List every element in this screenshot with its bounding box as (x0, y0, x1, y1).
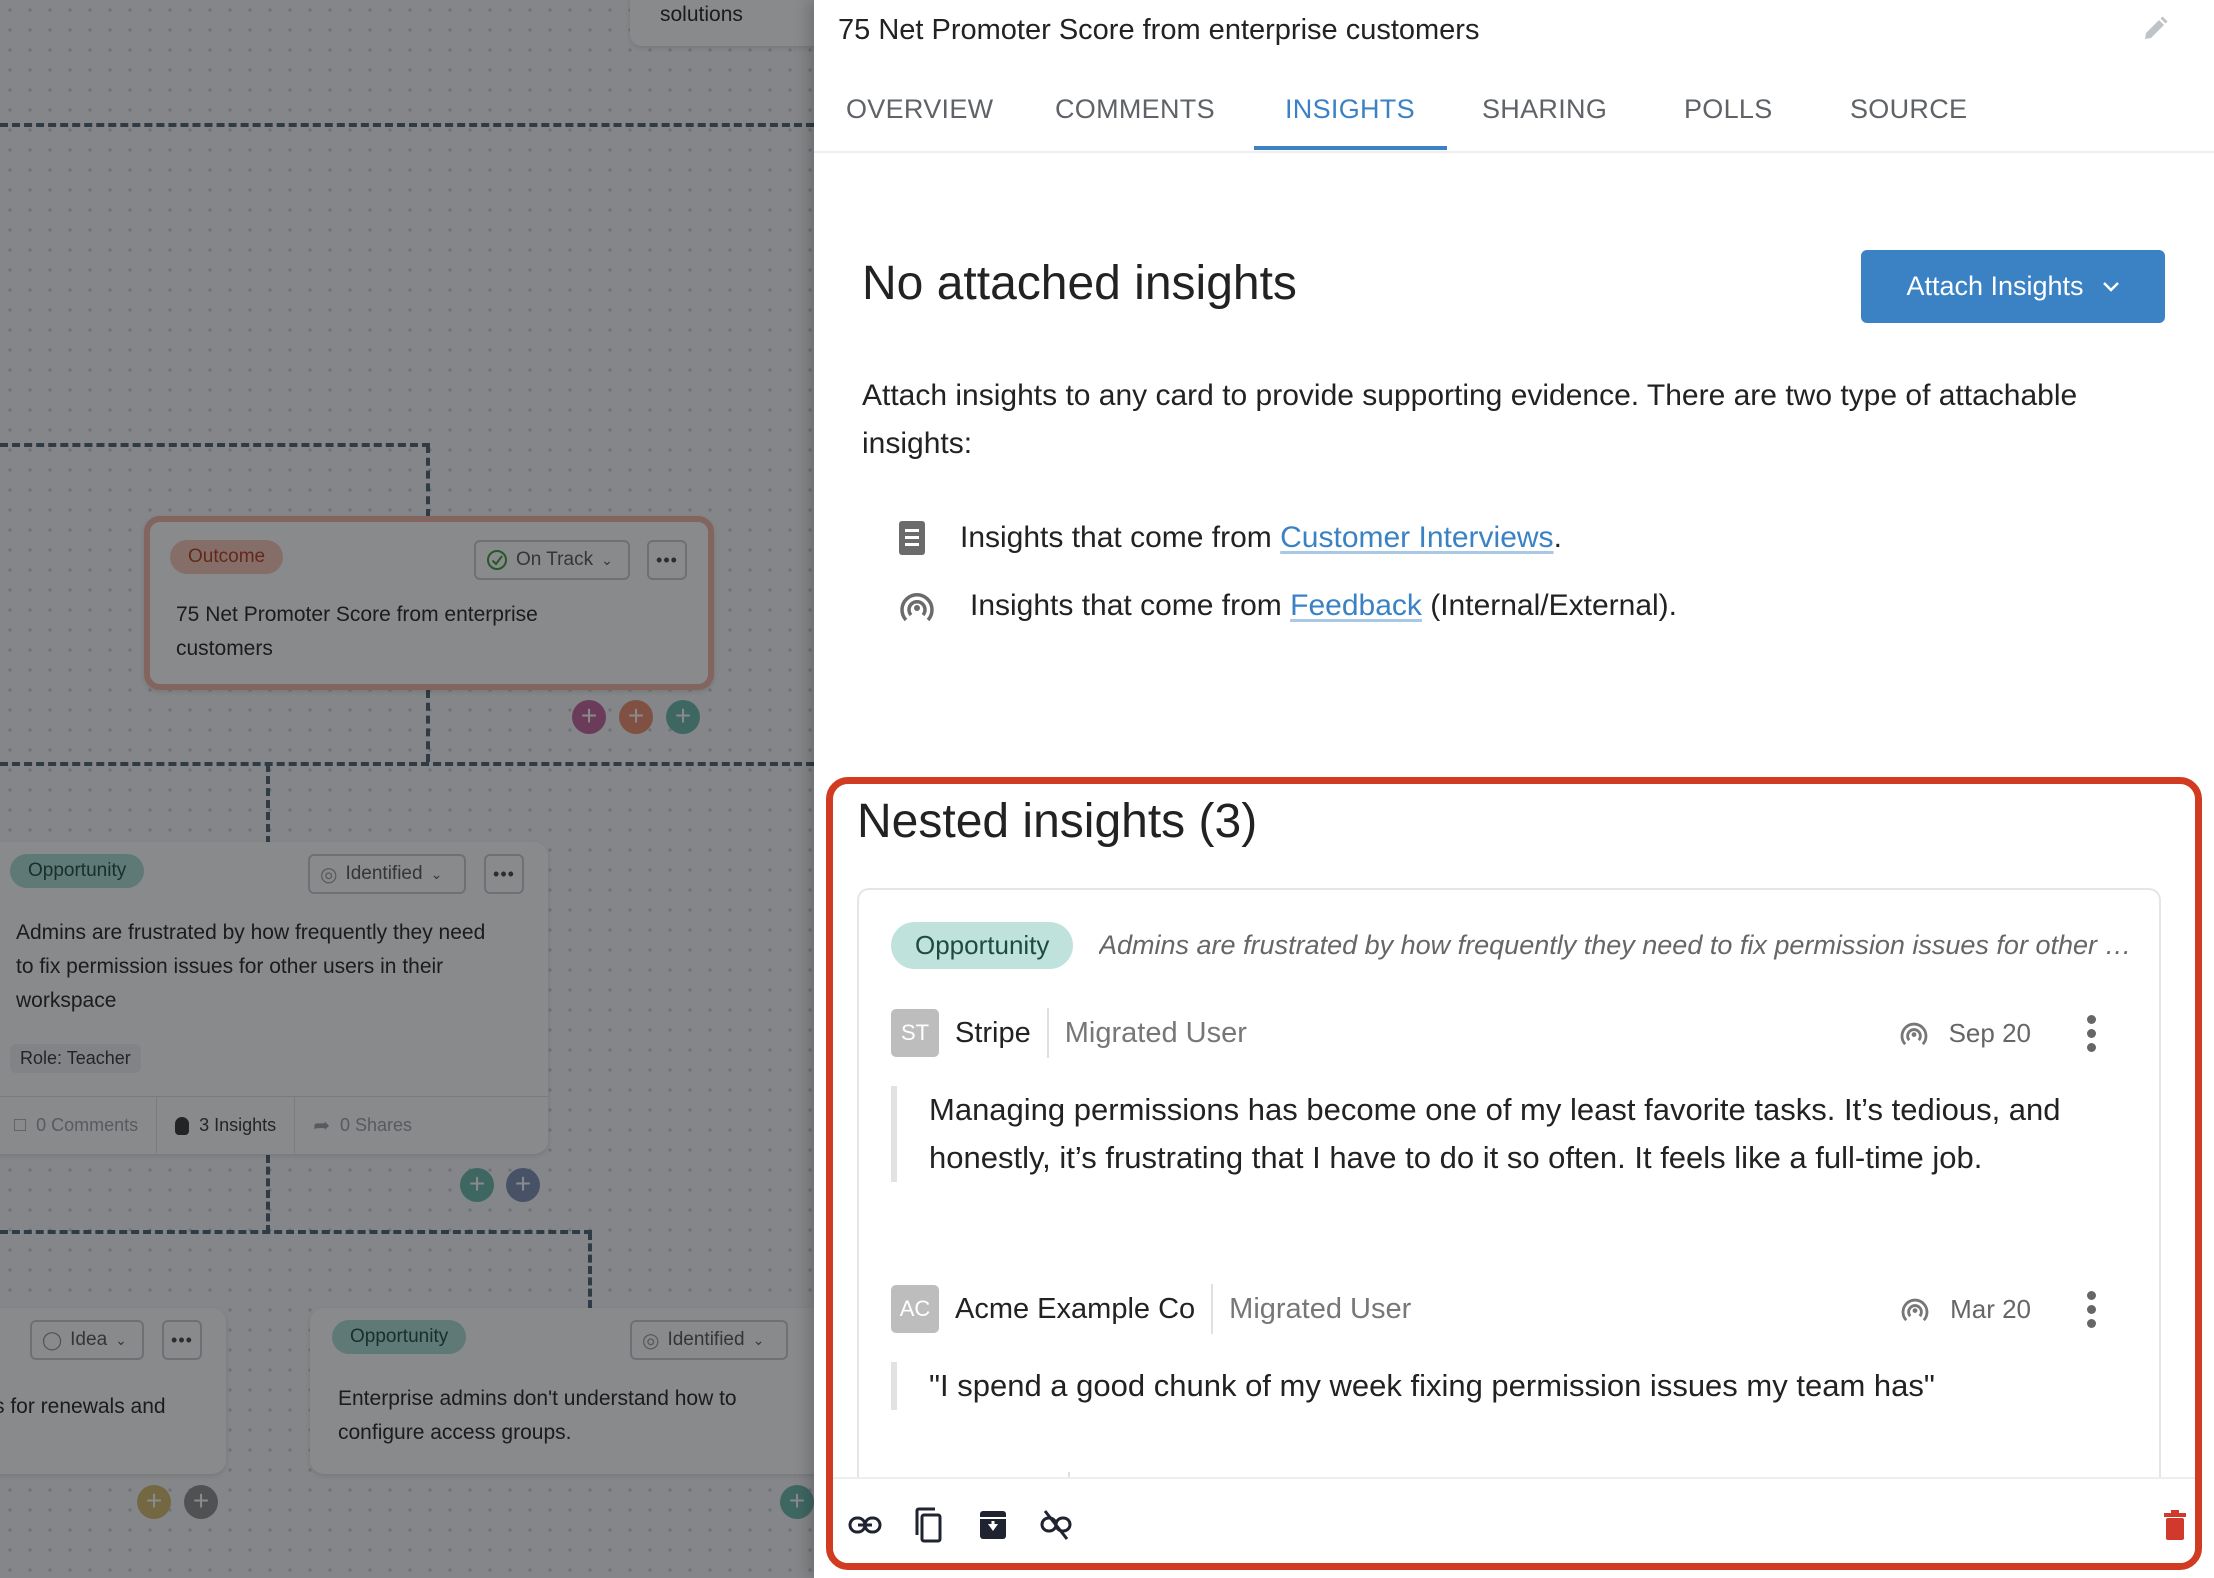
active-tab-indicator (1254, 146, 1447, 150)
empty-state-description: Attach insights to any card to provide s… (862, 379, 2078, 460)
drawer-toolbar (833, 1477, 2195, 1563)
insight-more-menu-icon[interactable] (2081, 1289, 2101, 1329)
tab-comments[interactable]: COMMENTS (1055, 94, 1215, 125)
parent-card-text[interactable]: Admins are frustrated by how frequently … (1099, 930, 2139, 961)
card-detail-drawer: 75 Net Promoter Score from enterprise cu… (814, 0, 2214, 1578)
insight-item[interactable]: ST Stripe Migrated User Sep 20 Managing … (891, 1008, 2131, 1182)
tab-polls[interactable]: POLLS (1684, 94, 1773, 125)
feedback-link[interactable]: Feedback (1290, 589, 1422, 622)
chevron-down-icon (2102, 281, 2119, 292)
insight-role: Migrated User (1229, 1292, 1412, 1325)
parent-type-pill: Opportunity (891, 922, 1074, 969)
source-row-interviews: Insights that come from Customer Intervi… (896, 520, 1562, 556)
insight-date: Mar 20 (1950, 1293, 2031, 1324)
avatar: ST (891, 1009, 939, 1057)
archive-icon (980, 1511, 1006, 1539)
empty-state-title: No attached insights (862, 257, 1297, 310)
attach-insights-button[interactable]: Attach Insights (1861, 250, 2165, 323)
customer-interviews-link[interactable]: Customer Interviews (1280, 521, 1553, 554)
insight-role: Migrated User (1064, 1016, 1247, 1049)
insight-company: Acme Example Co (955, 1284, 1214, 1334)
attach-insights-label: Attach Insights (1906, 271, 2084, 301)
feedback-broadcast-icon (1901, 1298, 1929, 1322)
copy-link-button[interactable] (845, 1505, 885, 1545)
feedback-broadcast-icon (900, 593, 934, 622)
tab-overview[interactable]: OVERVIEW (846, 94, 993, 125)
nested-insights-section: Nested insights (3) Opportunity Admins a… (826, 777, 2202, 1570)
unlink-icon (1040, 1510, 1072, 1540)
insight-item[interactable]: AC Acme Example Co Migrated User Mar 20 … (891, 1284, 2131, 1410)
source-row-feedback: Insights that come from Feedback (Intern… (896, 586, 1677, 626)
tab-sharing[interactable]: SHARING (1482, 94, 1607, 125)
canvas[interactable]: solutions Outcome On Track ⌄ ••• 75 Net … (0, 0, 814, 1578)
canvas-overlay[interactable] (0, 0, 814, 1578)
drawer-tabs: OVERVIEW COMMENTS INSIGHTS SHARING POLLS… (814, 80, 2214, 153)
trash-icon (2164, 1510, 2186, 1540)
edit-title-button[interactable] (2138, 12, 2172, 46)
drawer-title: 75 Net Promoter Score from enterprise cu… (838, 14, 1480, 46)
document-icon (899, 521, 925, 555)
tab-source[interactable]: SOURCE (1850, 94, 1967, 125)
insight-quote: "I spend a good chunk of my week fixing … (891, 1362, 2131, 1410)
tab-insights[interactable]: INSIGHTS (1285, 94, 1415, 125)
insight-company: Stripe (955, 1008, 1049, 1058)
insight-quote: Managing permissions has become one of m… (891, 1086, 2131, 1182)
unlink-button[interactable] (1036, 1505, 1076, 1545)
nested-insights-title: Nested insights (3) (857, 795, 1258, 848)
archive-button[interactable] (973, 1505, 1013, 1545)
delete-button[interactable] (2155, 1505, 2195, 1545)
insight-date: Sep 20 (1948, 1017, 2031, 1048)
link-icon (848, 1516, 882, 1534)
insight-more-menu-icon[interactable] (2081, 1013, 2101, 1053)
pencil-icon (2145, 16, 2168, 39)
nested-insights-list[interactable]: Opportunity Admins are frustrated by how… (857, 888, 2161, 1488)
duplicate-button[interactable] (908, 1505, 948, 1545)
avatar: AC (891, 1285, 939, 1333)
copy-icon (915, 1507, 942, 1543)
feedback-broadcast-icon (1900, 1022, 1927, 1046)
